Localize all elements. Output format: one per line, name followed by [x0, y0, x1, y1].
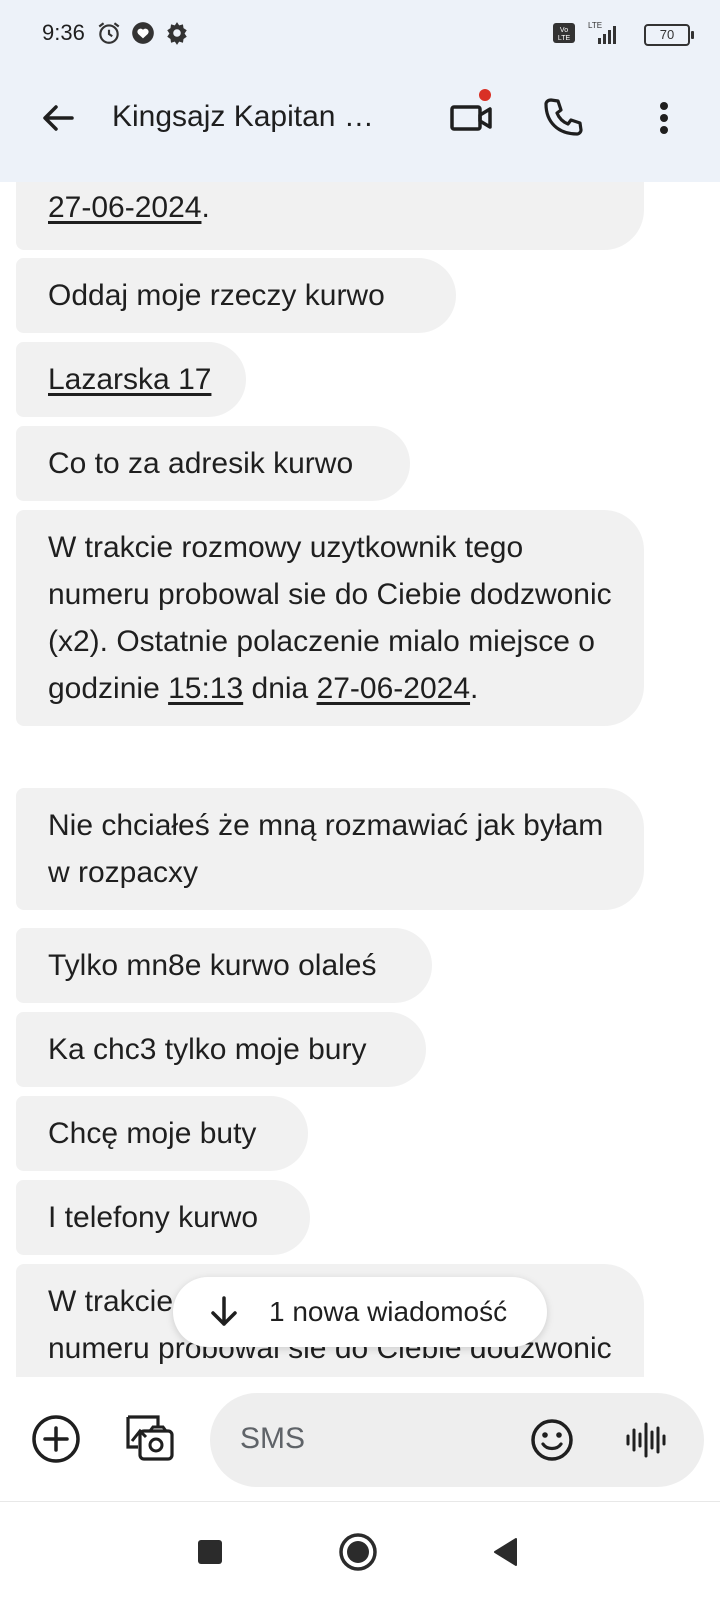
- new-message-label: 1 nowa wiadomość: [269, 1296, 508, 1327]
- message-text: .: [201, 191, 210, 224]
- lte-signal-icon: LTE: [588, 21, 616, 44]
- status-bar: 9:36 Vo LTE LTE 70: [0, 0, 720, 70]
- message-link[interactable]: 27-06-2024: [48, 191, 201, 224]
- contact-name-title[interactable]: Kingsajz Kapitan W...: [112, 100, 392, 134]
- message-text: Chcę moje buty: [48, 1117, 257, 1150]
- arrow-down-icon: [211, 1296, 237, 1326]
- message-input-placeholder: SMS: [240, 1422, 306, 1455]
- message-bubble[interactable]: Co to za adresik kurwo: [16, 426, 410, 501]
- svg-text:LTE: LTE: [558, 35, 571, 42]
- message-bubble[interactable]: I telefony kurwo: [16, 1180, 310, 1255]
- battery-icon: 70: [644, 24, 694, 46]
- more-vert-icon[interactable]: [640, 94, 688, 142]
- message-thread[interactable]: 27-06-2024. Oddaj moje rzeczy kurwo Laza…: [0, 182, 720, 1377]
- message-bubble[interactable]: Nie chciałeś że mną rozmawiać jak byłam …: [16, 788, 644, 910]
- new-message-button[interactable]: 1 nowa wiadomość: [173, 1277, 547, 1347]
- message-text: dnia: [243, 672, 317, 705]
- svg-text:LTE: LTE: [588, 21, 602, 30]
- message-text: .: [470, 672, 479, 705]
- message-bubble[interactable]: Oddaj moje rzeczy kurwo: [16, 258, 456, 333]
- message-text: Oddaj moje rzeczy kurwo: [48, 279, 385, 312]
- add-circle-icon[interactable]: [28, 1411, 84, 1467]
- message-link[interactable]: 15:13: [168, 672, 243, 705]
- message-link[interactable]: 27-06-2024: [317, 672, 470, 705]
- compose-bar: SMS: [0, 1377, 720, 1501]
- svg-text:Vo: Vo: [560, 27, 568, 34]
- message-link[interactable]: Lazarska 17: [48, 363, 211, 396]
- message-bubble[interactable]: 27-06-2024.: [16, 182, 644, 250]
- message-text: Nie chciałeś że mną rozmawiać jak byłam …: [48, 809, 604, 889]
- back-arrow-icon[interactable]: [34, 94, 82, 142]
- message-bubble[interactable]: Chcę moje buty: [16, 1096, 308, 1171]
- message-text: I telefony kurwo: [48, 1201, 259, 1234]
- gallery-icon[interactable]: [122, 1409, 178, 1465]
- message-bubble[interactable]: Lazarska 17: [16, 342, 246, 417]
- message-text: Ka chc3 tylko moje bury: [48, 1033, 367, 1066]
- message-text: Tylko mn8e kurwo olaleś: [48, 949, 377, 982]
- gear-icon: [167, 22, 187, 45]
- alarm-icon: [98, 22, 120, 44]
- phone-icon[interactable]: [538, 94, 586, 142]
- volte-icon: Vo LTE: [553, 23, 575, 43]
- message-text: Co to za adresik kurwo: [48, 447, 354, 480]
- system-nav-bar: [0, 1501, 720, 1601]
- voice-message-icon[interactable]: [622, 1416, 670, 1464]
- home-circle-icon[interactable]: [336, 1530, 380, 1574]
- message-bubble[interactable]: Tylko mn8e kurwo olaleś: [16, 928, 432, 1003]
- emoji-icon[interactable]: [528, 1416, 576, 1464]
- conversation-header: Kingsajz Kapitan W...: [0, 70, 720, 182]
- message-bubble[interactable]: W trakcie rozmowy uzytkownik tego numeru…: [16, 510, 644, 726]
- back-triangle-icon[interactable]: [484, 1530, 528, 1574]
- heart-app-icon: [132, 22, 154, 44]
- message-input[interactable]: SMS: [210, 1393, 704, 1487]
- video-call-icon[interactable]: [448, 94, 496, 142]
- status-time: 9:36: [42, 20, 85, 45]
- recents-square-icon[interactable]: [188, 1530, 232, 1574]
- message-bubble[interactable]: Ka chc3 tylko moje bury: [16, 1012, 426, 1087]
- notification-dot: [479, 89, 491, 101]
